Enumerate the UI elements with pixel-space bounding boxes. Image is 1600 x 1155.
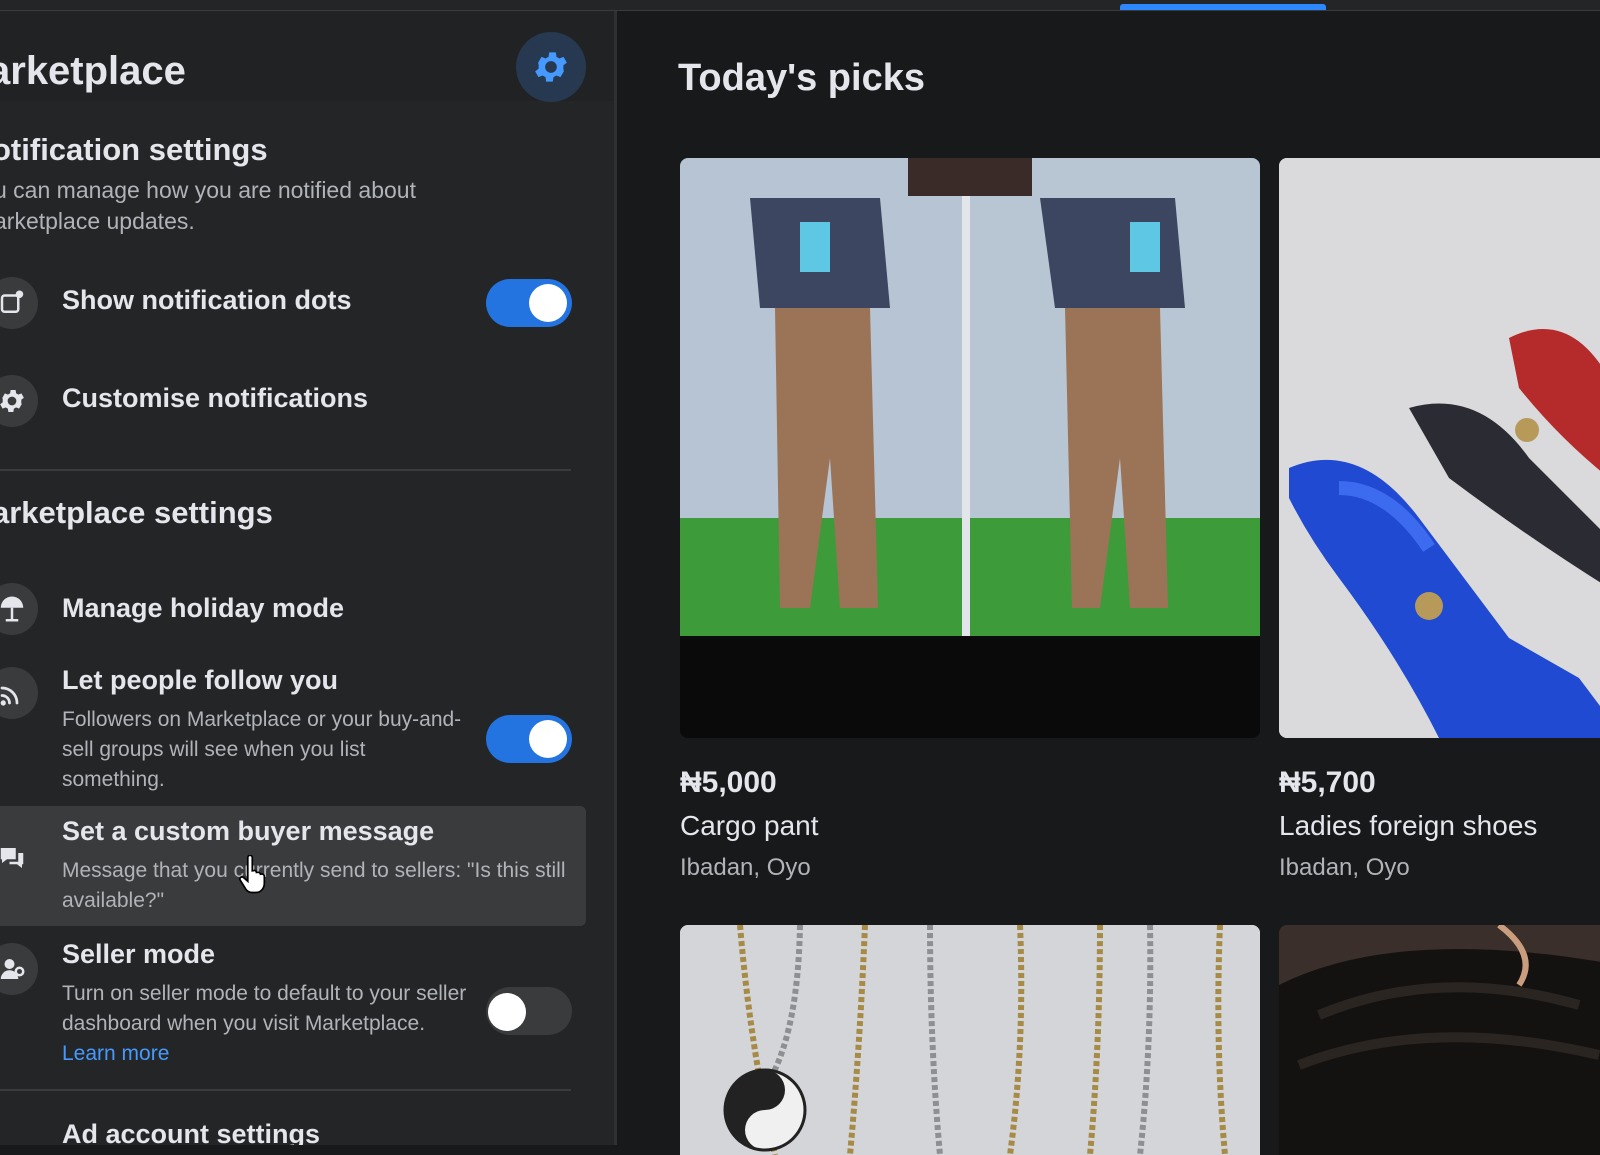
seller-mode-desc: Turn on seller mode to default to your s… (62, 979, 470, 1069)
toggle-knob (488, 993, 526, 1031)
settings-button[interactable] (516, 32, 586, 102)
product-title: Ladies foreign shoes (1279, 810, 1538, 841)
chat-bubbles-icon (0, 832, 38, 884)
let-people-follow-desc: Followers on Marketplace or your buy-and… (62, 708, 462, 791)
seller-mode-desc-text: Turn on seller mode to default to your s… (62, 982, 467, 1035)
manage-holiday-mode-row[interactable]: Manage holiday mode (0, 571, 586, 647)
marketplace-settings-heading: arketplace settings (0, 495, 273, 530)
seller-mode-row[interactable]: Seller mode Turn on seller mode to defau… (0, 931, 586, 1071)
manage-holiday-mode-label: Manage holiday mode (62, 593, 345, 623)
custom-buyer-message-desc: Message that you currently send to selle… (62, 859, 566, 912)
cargo-pant-photo (680, 158, 1260, 738)
active-tab-indicator (1120, 4, 1326, 10)
marketplace-settings-panel: arketplace otification settings u can ma… (0, 11, 617, 1145)
product-title: Cargo pant (680, 810, 819, 841)
hand-pointer-cursor-icon (239, 855, 266, 894)
gear-icon (0, 375, 38, 427)
let-people-follow-label: Let people follow you (62, 665, 338, 695)
product-image[interactable] (1279, 925, 1600, 1155)
ad-account-settings-heading[interactable]: Ad account settings (62, 1119, 320, 1145)
let-people-follow-row[interactable]: Let people follow you Followers on Marke… (0, 659, 586, 799)
chains-photo (680, 925, 1260, 1155)
follow-toggle[interactable] (486, 715, 572, 763)
notification-dots-toggle[interactable] (486, 279, 572, 327)
top-bar (0, 0, 1600, 11)
follow-signal-icon (0, 667, 38, 719)
product-price: ₦5,700 (1279, 766, 1376, 799)
seller-person-icon (0, 943, 38, 995)
customise-notifications-label: Customise notifications (62, 383, 369, 413)
beach-umbrella-icon (0, 583, 38, 635)
notification-settings-desc-2: arketplace updates. (0, 208, 195, 234)
hair-photo (1279, 925, 1600, 1155)
product-image[interactable] (680, 158, 1260, 738)
seller-mode-label: Seller mode (62, 939, 216, 969)
learn-more-link[interactable]: Learn more (62, 1042, 169, 1065)
section-divider (0, 469, 571, 471)
custom-buyer-message-row[interactable]: Set a custom buyer message Message that … (0, 806, 586, 926)
toggle-knob (529, 720, 567, 758)
product-image[interactable] (1279, 158, 1600, 738)
notification-settings-desc-1: u can manage how you are notified about (0, 177, 416, 203)
toggle-knob (529, 284, 567, 322)
ladies-shoes-photo (1279, 158, 1600, 738)
notification-settings-heading: otification settings (0, 132, 268, 167)
product-location: Ibadan, Oyo (1279, 854, 1410, 881)
product-location: Ibadan, Oyo (680, 854, 811, 881)
product-price: ₦5,000 (680, 766, 777, 799)
panel-title: arketplace (0, 49, 186, 93)
show-notification-dots-label: Show notification dots (62, 285, 352, 315)
product-image[interactable] (680, 925, 1260, 1155)
gear-icon (535, 52, 567, 82)
section-divider (0, 1089, 571, 1091)
customise-notifications-row[interactable]: Customise notifications (0, 363, 586, 439)
panel-header: arketplace (0, 11, 614, 102)
show-notification-dots-row[interactable]: Show notification dots (0, 265, 586, 341)
todays-picks-heading: Today's picks (678, 57, 925, 99)
seller-mode-toggle[interactable] (486, 987, 572, 1035)
custom-buyer-message-label: Set a custom buyer message (62, 816, 435, 846)
notification-dot-icon (0, 277, 38, 329)
